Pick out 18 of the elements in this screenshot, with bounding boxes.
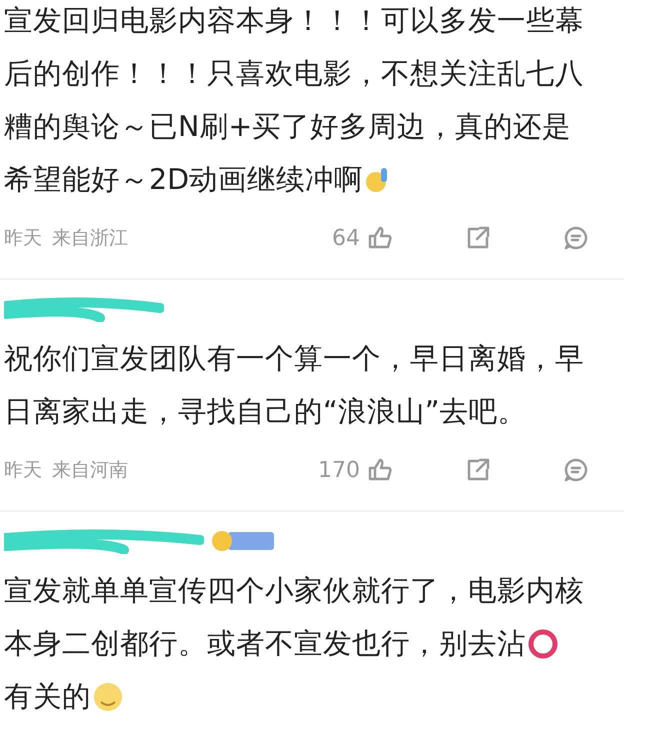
comment-text: 祝你们宣发团队有一个算一个，早日离婚，早 — [4, 340, 584, 376]
comment-location: 来自浙江 — [52, 226, 128, 251]
comment-text: 糟的舆论～已N刷+买了好多周边，真的还是 — [4, 108, 572, 144]
comment-text: 后的创作！！！只喜欢电影，不想关注乱七八 — [4, 56, 584, 92]
comment-location: 来自河南 — [52, 458, 128, 483]
comment-text: 宣发就单单宣传四个小家伙就行了，电影内核 — [4, 572, 584, 608]
level-badge-icon — [210, 529, 276, 553]
comment-text: 本身二创都行。或者不宣发也行，别去沾 — [4, 626, 526, 662]
comment-icon[interactable] — [562, 224, 590, 252]
comment-time: 昨天 — [4, 458, 42, 483]
comment-text: 希望能好～2D动画继续冲啊 — [4, 162, 364, 198]
like-count: 170 — [318, 458, 360, 482]
comment-text: 有关的 — [4, 678, 91, 714]
like-count: 64 — [332, 226, 360, 250]
comment-text: 宣发回归电影内容本身！！！可以多发一些幕 — [4, 2, 584, 38]
comment-icon[interactable] — [562, 456, 590, 484]
comment-time: 昨天 — [4, 226, 42, 251]
comment-text: 日离家出走，寻找自己的“浪浪山”去吧。 — [4, 394, 527, 430]
